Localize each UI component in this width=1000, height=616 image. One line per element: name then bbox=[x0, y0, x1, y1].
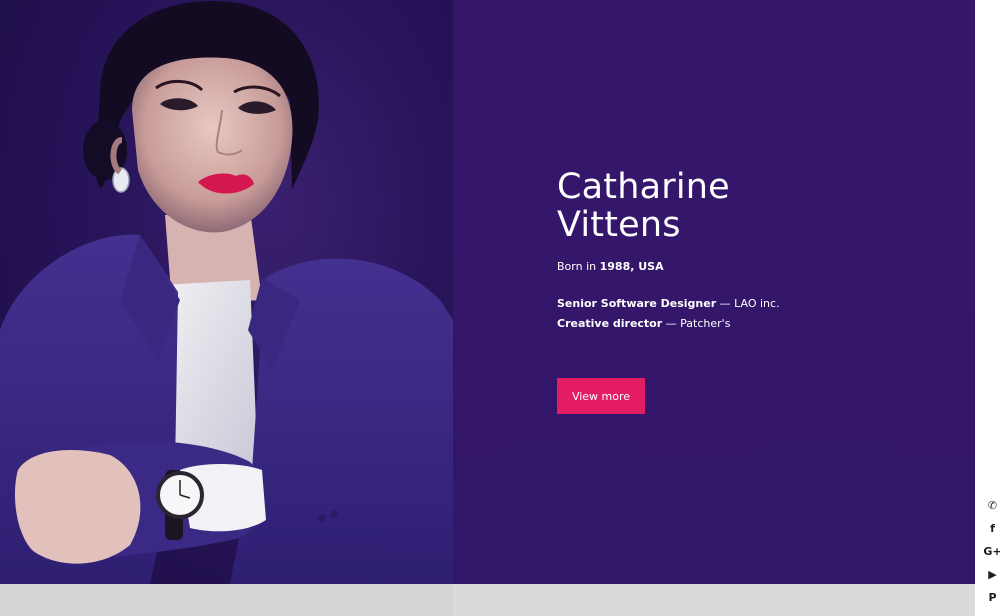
pinterest-icon[interactable]: P bbox=[985, 586, 1000, 609]
social-links: ✆ f G+ ▶ P bbox=[983, 494, 1000, 609]
role-item: Senior Software Designer — LAO inc. bbox=[557, 294, 780, 314]
page: Catharine Vittens Born in 1988, USA Seni… bbox=[0, 0, 1000, 616]
view-more-button[interactable]: View more bbox=[557, 378, 645, 414]
name-first: Catharine bbox=[557, 167, 730, 207]
facebook-icon[interactable]: f bbox=[985, 517, 1000, 540]
google-plus-icon[interactable]: G+ bbox=[983, 540, 1000, 563]
role-item: Creative director — Patcher's bbox=[557, 314, 780, 334]
role-org: LAO inc. bbox=[734, 297, 780, 310]
role-separator: — bbox=[716, 297, 735, 310]
roles-list: Senior Software Designer — LAO inc. Crea… bbox=[557, 294, 780, 334]
born-info: Born in 1988, USA bbox=[557, 259, 664, 275]
whatsapp-icon[interactable]: ✆ bbox=[985, 494, 1000, 517]
bottom-strip-left bbox=[0, 584, 453, 616]
name-last: Vittens bbox=[557, 205, 681, 245]
role-org: Patcher's bbox=[680, 317, 731, 330]
role-title: Creative director bbox=[557, 317, 663, 330]
hero-section bbox=[453, 0, 975, 584]
bottom-strip bbox=[0, 584, 975, 616]
menu-bar bbox=[985, 24, 1000, 26]
portrait-photo bbox=[0, 0, 453, 584]
hamburger-menu-icon[interactable] bbox=[985, 14, 1000, 26]
born-year: 1988, USA bbox=[599, 260, 664, 273]
role-separator: — bbox=[662, 317, 681, 330]
portrait-illustration bbox=[0, 1, 453, 584]
menu-bar bbox=[985, 19, 1000, 21]
born-prefix: Born in bbox=[557, 260, 597, 273]
role-title: Senior Software Designer bbox=[557, 297, 717, 310]
menu-bar bbox=[985, 14, 1000, 16]
hero-name: Catharine Vittens bbox=[557, 168, 857, 244]
youtube-icon[interactable]: ▶ bbox=[985, 563, 1000, 586]
